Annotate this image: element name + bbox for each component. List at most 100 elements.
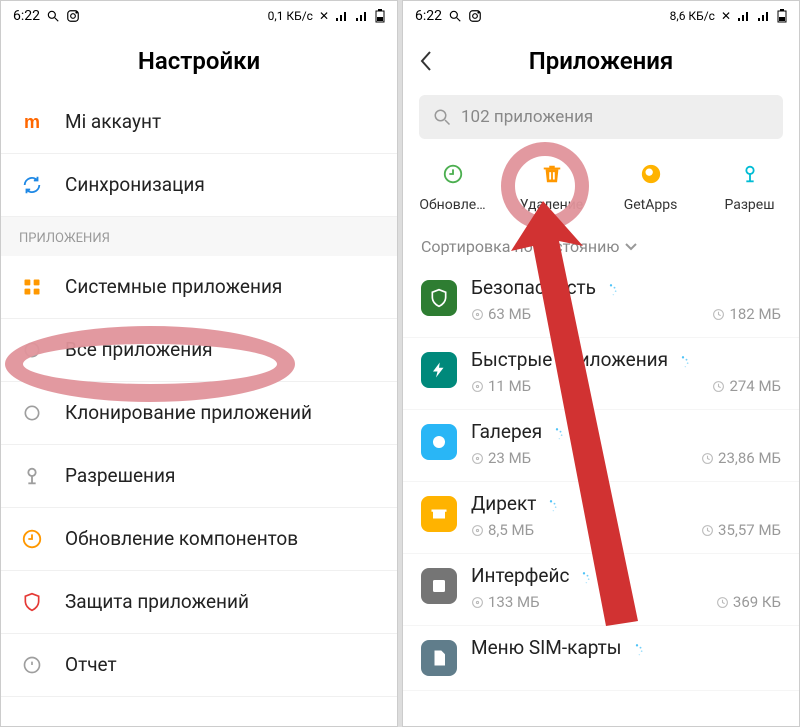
- loading-icon: [544, 499, 558, 513]
- status-net: 8,6 КБ/с: [670, 9, 715, 23]
- gps-off-icon: ✕: [319, 10, 329, 22]
- app-name: Галерея: [471, 420, 542, 443]
- row-label: Системные приложения: [65, 275, 282, 299]
- page-title: Приложения: [403, 31, 799, 91]
- signal-icon: [737, 10, 751, 22]
- settings-row[interactable]: Клонирование приложений: [1, 382, 397, 445]
- update-icon: [19, 526, 45, 552]
- app-icon: [421, 352, 457, 388]
- settings-row[interactable]: m Mi аккаунт: [1, 91, 397, 154]
- loading-icon: [577, 571, 591, 585]
- loading-icon: [676, 355, 690, 369]
- app-data: 274 МБ: [712, 377, 781, 395]
- search-icon-status: [448, 9, 462, 23]
- app-row[interactable]: Интерфейс 133 МБ 369 КБ: [403, 554, 799, 626]
- instagram-icon: [66, 9, 80, 23]
- app-size: 23 МБ: [471, 449, 531, 467]
- row-label: Обновление компонентов: [65, 527, 298, 551]
- section-header-apps: ПРИЛОЖЕНИЯ: [1, 217, 397, 256]
- loading-icon: [630, 643, 644, 657]
- signal-icon-2: [757, 10, 771, 22]
- sync-icon: [19, 172, 45, 198]
- app-row[interactable]: Меню SIM-карты: [403, 626, 799, 691]
- app-name: Директ: [471, 492, 536, 515]
- settings-row[interactable]: Синхронизация: [1, 154, 397, 217]
- app-icon: [421, 496, 457, 532]
- app-name: Быстрые приложения: [471, 348, 668, 371]
- row-label: Клонирование приложений: [65, 401, 312, 425]
- quick-label: Обновле…: [419, 197, 485, 213]
- store-icon: [634, 157, 668, 191]
- back-button[interactable]: [419, 50, 433, 72]
- app-size: 8,5 МБ: [471, 521, 534, 539]
- page-title: Настройки: [1, 31, 397, 91]
- row-label: Защита приложений: [65, 590, 249, 614]
- status-bar: 6:22 8,6 КБ/с ✕: [403, 1, 799, 31]
- app-data: 182 МБ: [712, 305, 781, 323]
- status-time: 6:22: [415, 8, 442, 24]
- app-name: Меню SIM-карты: [471, 636, 622, 659]
- status-time: 6:22: [13, 8, 40, 24]
- app-icon: [421, 568, 457, 604]
- quick-action[interactable]: Разреш: [710, 157, 790, 213]
- gps-off-icon: ✕: [721, 10, 731, 22]
- app-icon: [421, 424, 457, 460]
- perm-icon: [19, 463, 45, 489]
- row-label: Отчет: [65, 653, 117, 677]
- status-bar: 6:22 0,1 КБ/с ✕: [1, 1, 397, 31]
- app-icon: [421, 640, 457, 676]
- loading-icon: [550, 427, 564, 441]
- quick-label: Разреш: [724, 197, 774, 213]
- signal-icon: [335, 10, 349, 22]
- app-row[interactable]: Директ 8,5 МБ 35,57 МБ: [403, 482, 799, 554]
- app-data: 35,57 МБ: [701, 521, 781, 539]
- app-row[interactable]: Галерея 23 МБ 23,86 МБ: [403, 410, 799, 482]
- trash-icon: [535, 157, 569, 191]
- settings-row[interactable]: Защита приложений: [1, 571, 397, 634]
- app-size: 133 МБ: [471, 593, 540, 611]
- app-size: 11 МБ: [471, 377, 531, 395]
- battery-icon: [375, 9, 385, 23]
- row-label: Все приложения: [65, 338, 213, 362]
- settings-row[interactable]: Разрешения: [1, 445, 397, 508]
- signal-icon-2: [355, 10, 369, 22]
- settings-row[interactable]: Системные приложения: [1, 256, 397, 319]
- app-size: 63 МБ: [471, 305, 531, 323]
- settings-row[interactable]: Обновление компонентов: [1, 508, 397, 571]
- grid-icon: [19, 274, 45, 300]
- update-icon: [436, 157, 470, 191]
- loading-icon: [604, 283, 618, 297]
- quick-action[interactable]: GetApps: [611, 157, 691, 213]
- app-data: 23,86 МБ: [701, 449, 781, 467]
- status-net: 0,1 КБ/с: [268, 9, 313, 23]
- circle-icon: [19, 400, 45, 426]
- shield-icon: [19, 589, 45, 615]
- settings-row[interactable]: Все приложения: [1, 319, 397, 382]
- instagram-icon: [468, 9, 482, 23]
- search-placeholder: 102 приложения: [461, 107, 593, 127]
- m-icon: m: [19, 109, 45, 135]
- report-icon: [19, 652, 45, 678]
- app-row[interactable]: Быстрые приложения 11 МБ 274 МБ: [403, 338, 799, 410]
- search-icon-status: [46, 9, 60, 23]
- sort-label: Сортировка по состоянию: [421, 237, 619, 256]
- circle-icon: [19, 337, 45, 363]
- row-label: Разрешения: [65, 464, 175, 488]
- app-row[interactable]: Безопасность 63 МБ 182 МБ: [403, 266, 799, 338]
- search-icon: [433, 108, 451, 126]
- search-input[interactable]: 102 приложения: [419, 95, 783, 139]
- quick-label: Удаление: [520, 197, 583, 213]
- app-name: Безопасность: [471, 276, 596, 299]
- quick-action[interactable]: Удаление: [512, 157, 592, 213]
- settings-row[interactable]: Отчет: [1, 634, 397, 697]
- row-label: Mi аккаунт: [65, 110, 161, 134]
- sort-dropdown[interactable]: Сортировка по состоянию: [403, 219, 799, 266]
- app-data: 369 КБ: [716, 593, 781, 611]
- app-icon: [421, 280, 457, 316]
- chevron-down-icon: [625, 243, 637, 251]
- battery-icon: [777, 9, 787, 23]
- quick-label: GetApps: [624, 197, 678, 213]
- quick-action[interactable]: Обновле…: [413, 157, 493, 213]
- perm-icon: [733, 157, 767, 191]
- row-label: Синхронизация: [65, 173, 205, 197]
